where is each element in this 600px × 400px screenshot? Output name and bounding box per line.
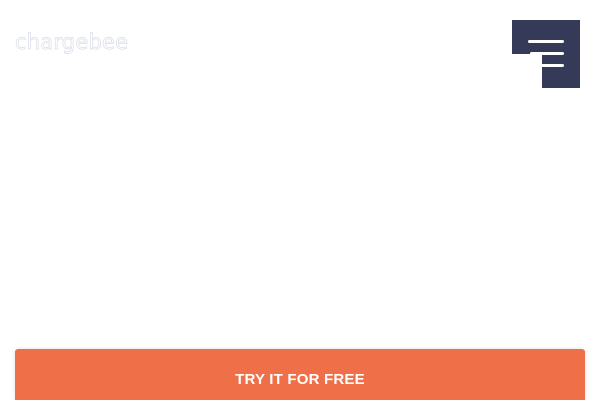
menu-button-notch bbox=[512, 54, 542, 88]
hamburger-line-top bbox=[528, 40, 564, 43]
try-it-for-free-label: TRY IT FOR FREE bbox=[235, 371, 365, 388]
menu-button[interactable] bbox=[512, 20, 580, 88]
chargebee-logo[interactable]: chargebee bbox=[15, 29, 129, 55]
try-it-for-free-button[interactable]: TRY IT FOR FREE bbox=[15, 349, 585, 400]
hamburger-line-bottom bbox=[528, 64, 564, 67]
hamburger-line-middle bbox=[530, 52, 564, 55]
